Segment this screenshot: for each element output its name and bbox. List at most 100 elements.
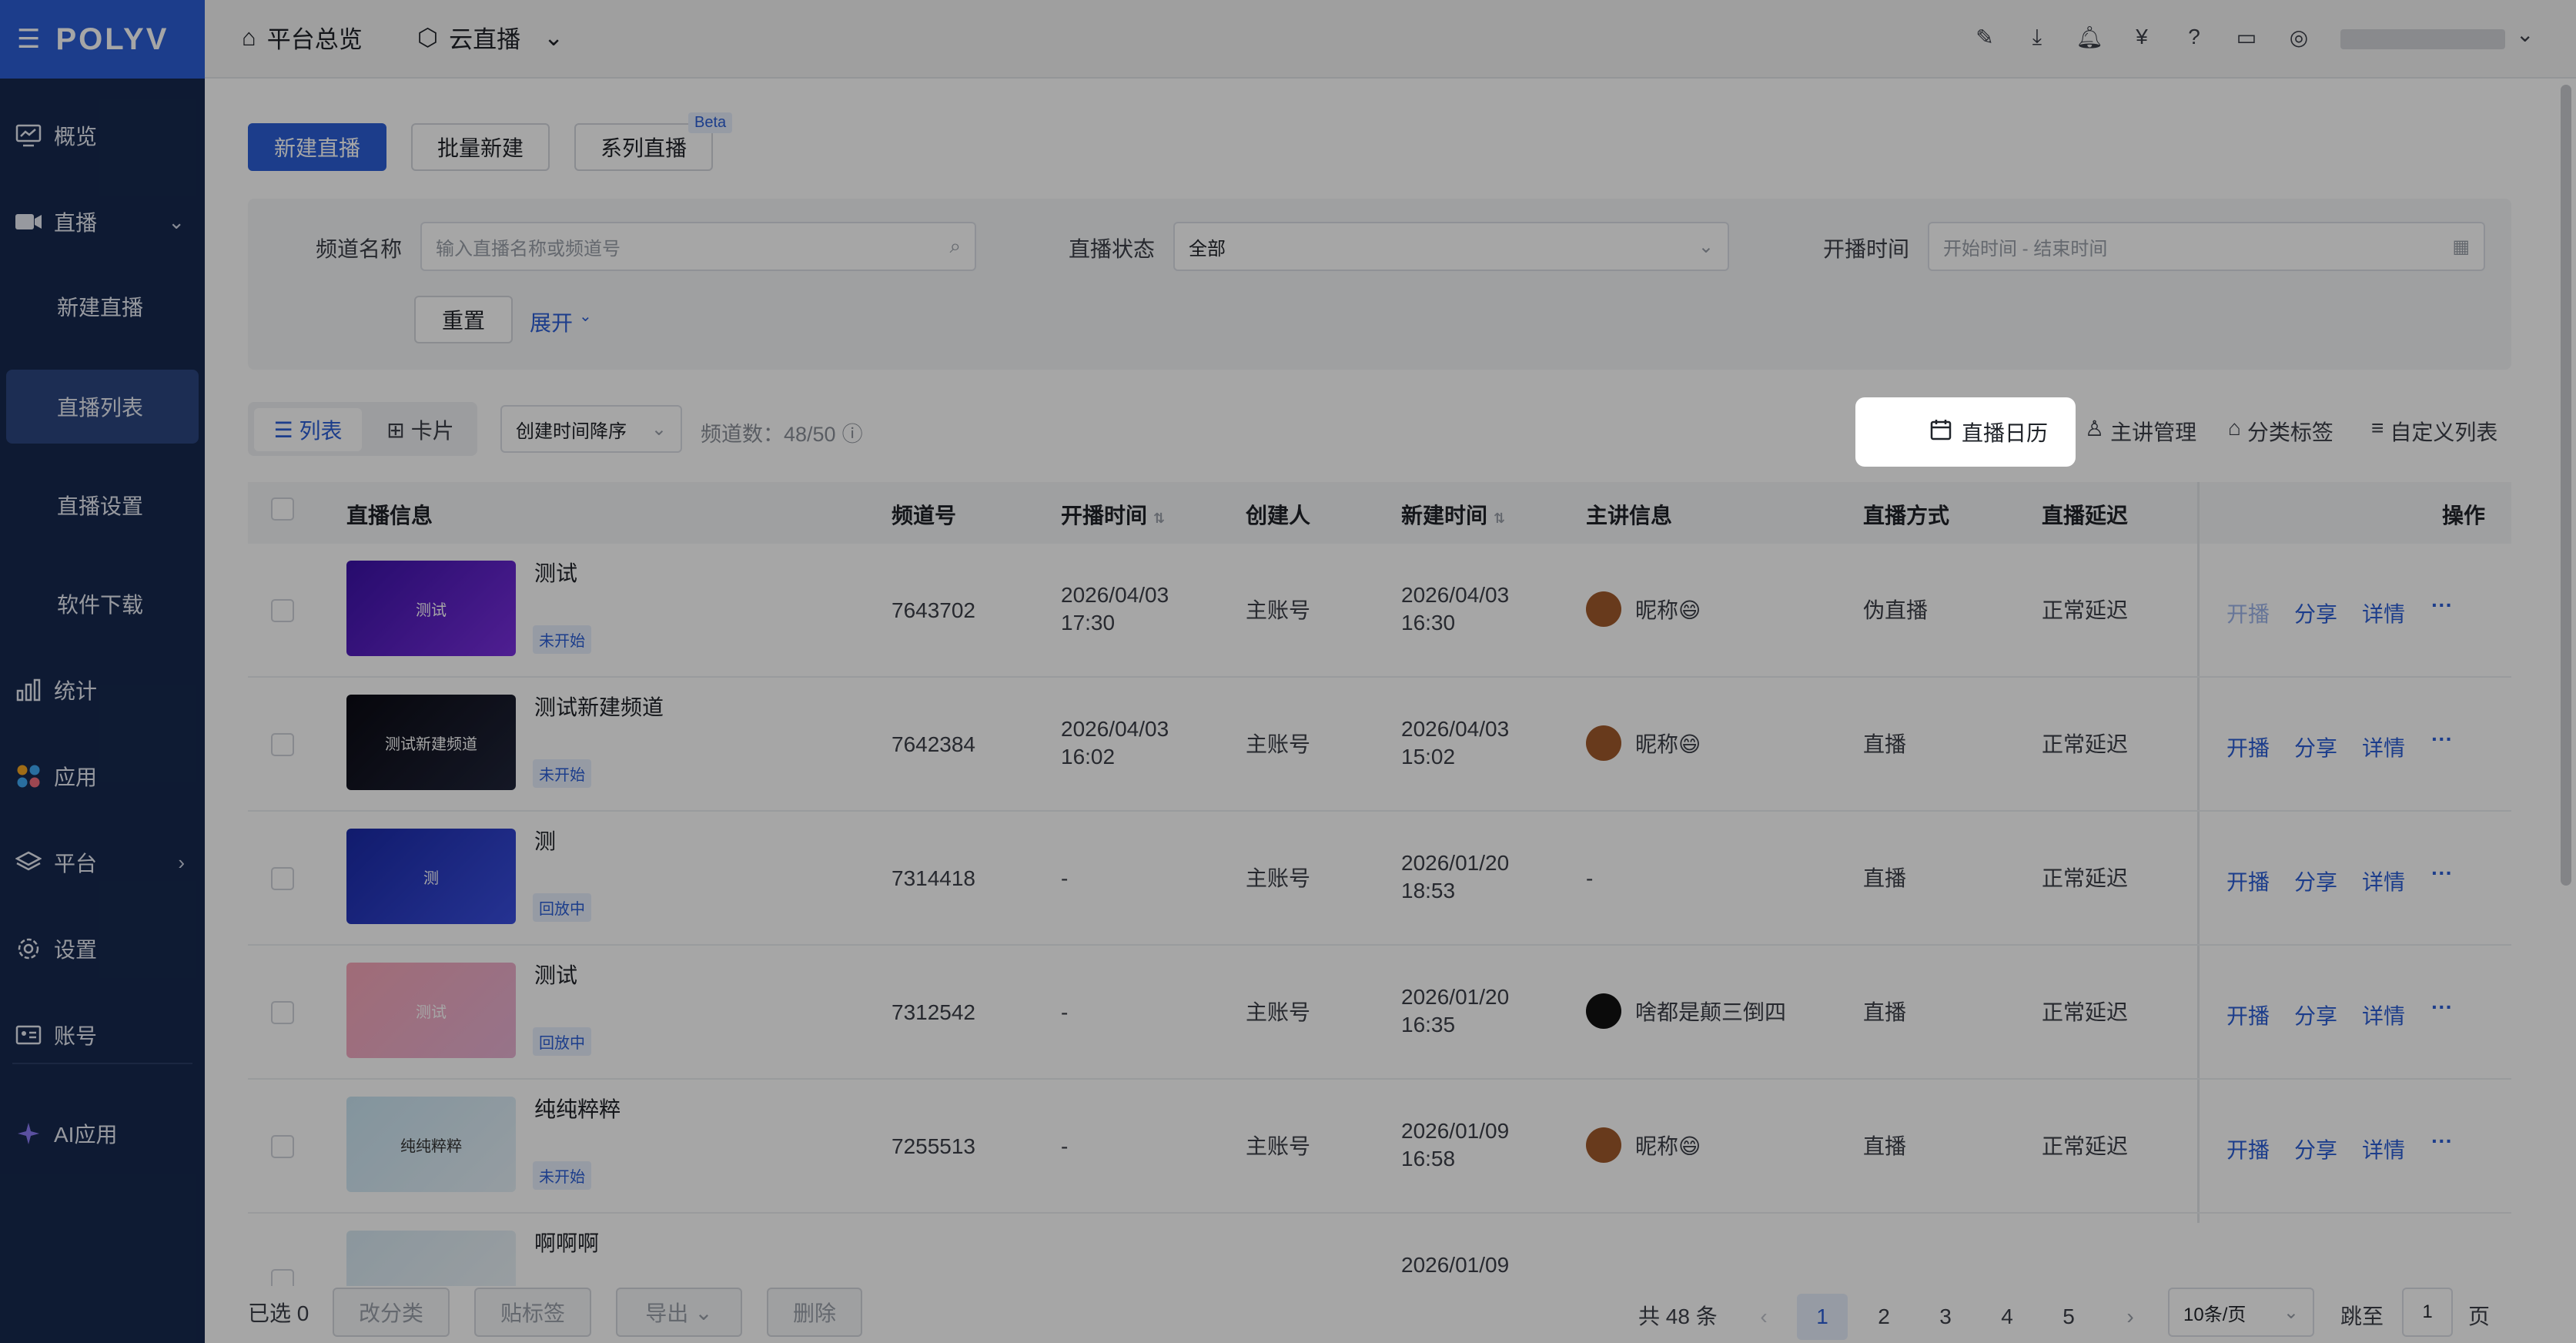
row-checkbox[interactable] — [271, 599, 294, 622]
help-icon[interactable]: ⓘ — [842, 417, 863, 447]
jump-page-input[interactable]: 1 — [2402, 1288, 2453, 1337]
new-live-button[interactable]: 新建直播 — [248, 123, 386, 171]
start-live-link[interactable]: 开播 — [2226, 1000, 2270, 1030]
card-icon[interactable]: ▭ — [2231, 22, 2262, 52]
page-button[interactable]: 1 — [1797, 1294, 1848, 1340]
menu-icon[interactable]: ☰ — [17, 24, 40, 55]
page-button[interactable]: 2 — [1858, 1294, 1909, 1340]
export-button[interactable]: 导出 ⌄ — [616, 1288, 742, 1337]
live-name[interactable]: 测 — [534, 829, 556, 855]
start-date: 2026/04/03 — [1061, 583, 1169, 607]
sidebar-subitem-software-download[interactable]: 软件下载 — [0, 567, 205, 641]
live-name[interactable]: 纯纯粹粹 — [534, 1097, 621, 1123]
sidebar-item-ai-apps[interactable]: AI应用 — [0, 1095, 205, 1172]
share-link[interactable]: 分享 — [2294, 1134, 2337, 1164]
row-checkbox[interactable] — [271, 1269, 294, 1286]
start-live-link[interactable]: 开播 — [2226, 866, 2270, 896]
row-checkbox[interactable] — [271, 1001, 294, 1024]
more-icon[interactable]: ··· — [2431, 593, 2453, 618]
start-live-link[interactable]: 开播 — [2226, 598, 2270, 628]
created-date: 2026/01/09 — [1401, 1253, 1510, 1277]
live-calendar-button[interactable]: 直播日历 — [1855, 397, 2076, 467]
details-link[interactable]: 详情 — [2362, 598, 2405, 628]
next-page-button[interactable]: › — [2105, 1294, 2156, 1340]
more-icon[interactable]: ··· — [2431, 727, 2453, 752]
live-thumbnail[interactable]: 测 — [346, 829, 516, 924]
row-checkbox[interactable] — [271, 867, 294, 890]
nav-home[interactable]: ⌂ 平台总览 — [242, 20, 363, 55]
chevron-down-icon[interactable]: ⌄ — [2516, 22, 2534, 47]
sidebar-subitem-live-list[interactable]: 直播列表 — [6, 370, 199, 444]
share-link[interactable]: 分享 — [2294, 732, 2337, 762]
calendar-icon: ▦ — [2452, 236, 2470, 257]
help-icon[interactable]: ? — [2179, 22, 2210, 52]
col-start-time[interactable]: 开播时间 ⇅ — [1061, 499, 1165, 530]
speaker-manage-link[interactable]: ♙ 主讲管理 — [2085, 416, 2196, 447]
sidebar-item-overview[interactable]: 概览 — [0, 97, 205, 174]
live-name[interactable]: 测试新建频道 — [534, 695, 664, 721]
share-link[interactable]: 分享 — [2294, 866, 2337, 896]
batch-new-button[interactable]: 批量新建 — [411, 123, 550, 171]
sidebar-item-apps[interactable]: 应用 — [0, 738, 205, 815]
share-link[interactable]: 分享 — [2294, 598, 2337, 628]
product-switcher[interactable]: ⬡ 云直播 ⌄ — [417, 20, 564, 55]
live-status-select[interactable]: 全部 ⌄ — [1173, 222, 1729, 271]
live-name[interactable]: 啊啊啊 — [534, 1231, 599, 1257]
live-thumbnail[interactable] — [346, 1231, 516, 1286]
download-icon[interactable]: ⤓ — [2022, 22, 2052, 52]
live-name[interactable]: 测试 — [534, 561, 577, 587]
thumbnail-label: 测 — [423, 869, 439, 887]
select-all-checkbox[interactable] — [271, 497, 294, 521]
custom-list-link[interactable]: ≡ 自定义列表 — [2371, 416, 2497, 447]
date-range-input[interactable]: 开始时间 - 结束时间 ▦ — [1928, 222, 2485, 271]
sort-select[interactable]: 创建时间降序 ⌄ — [500, 405, 682, 453]
details-link[interactable]: 详情 — [2362, 1134, 2405, 1164]
tag-button[interactable]: 贴标签 — [474, 1288, 591, 1337]
prev-page-button[interactable]: ‹ — [1738, 1294, 1789, 1340]
bell-icon[interactable]: 🔔︎ — [2074, 22, 2105, 52]
sidebar-subitem-live-settings[interactable]: 直播设置 — [0, 468, 205, 542]
sidebar-item-live[interactable]: 直播 ⌄ — [0, 183, 205, 260]
page-button[interactable]: 4 — [1982, 1294, 2032, 1340]
view-list-tab[interactable]: ☰ 列表 — [254, 408, 362, 451]
col-created-time[interactable]: 新建时间 ⇅ — [1401, 499, 1505, 530]
sidebar-item-stats[interactable]: 统计 — [0, 651, 205, 728]
page-size-select[interactable]: 10条/页 ⌄ — [2168, 1288, 2314, 1337]
live-thumbnail[interactable]: 测试 — [346, 963, 516, 1058]
sidebar-item-settings[interactable]: 设置 — [0, 910, 205, 987]
reclassify-button[interactable]: 改分类 — [333, 1288, 450, 1337]
channel-count-text: 频道数：48/50 — [701, 423, 836, 446]
sidebar-item-account[interactable]: 账号 — [0, 996, 205, 1073]
start-live-link[interactable]: 开播 — [2226, 1134, 2270, 1164]
page-button[interactable]: 5 — [2043, 1294, 2094, 1340]
more-icon[interactable]: ··· — [2431, 995, 2453, 1020]
live-thumbnail[interactable]: 纯纯粹粹 — [346, 1097, 516, 1192]
more-icon[interactable]: ··· — [2431, 861, 2453, 886]
delete-button[interactable]: 删除 — [767, 1288, 862, 1337]
details-link[interactable]: 详情 — [2362, 1000, 2405, 1030]
page-button[interactable]: 3 — [1920, 1294, 1971, 1340]
yen-icon[interactable]: ¥ — [2126, 22, 2157, 52]
row-checkbox[interactable] — [271, 733, 294, 756]
user-account-blurred[interactable] — [2340, 29, 2505, 49]
start-live-link[interactable]: 开播 — [2226, 732, 2270, 762]
logo[interactable]: POLYV — [55, 22, 169, 57]
live-thumbnail[interactable]: 测试新建频道 — [346, 695, 516, 790]
share-link[interactable]: 分享 — [2294, 1000, 2337, 1030]
expand-link[interactable]: 展开 ⌄ — [530, 306, 592, 337]
row-checkbox[interactable] — [271, 1135, 294, 1158]
sidebar-subitem-new-live[interactable]: 新建直播 — [0, 270, 205, 343]
live-name[interactable]: 测试 — [534, 963, 577, 989]
scrollbar-thumb[interactable] — [2561, 85, 2571, 886]
view-card-tab[interactable]: ⊞ 卡片 — [368, 408, 473, 451]
details-link[interactable]: 详情 — [2362, 866, 2405, 896]
reset-button[interactable]: 重置 — [414, 296, 513, 343]
globe-icon[interactable]: ◎ — [2283, 22, 2314, 52]
more-icon[interactable]: ··· — [2431, 1129, 2453, 1154]
channel-search-input[interactable]: 输入直播名称或频道号 ⌕ — [420, 222, 976, 271]
sidebar-item-platform[interactable]: 平台 › — [0, 824, 205, 901]
tags-link[interactable]: ⌂ 分类标签 — [2228, 416, 2333, 447]
live-thumbnail[interactable]: 测试 — [346, 561, 516, 656]
details-link[interactable]: 详情 — [2362, 732, 2405, 762]
edit-icon[interactable]: ✎ — [1969, 22, 2000, 52]
